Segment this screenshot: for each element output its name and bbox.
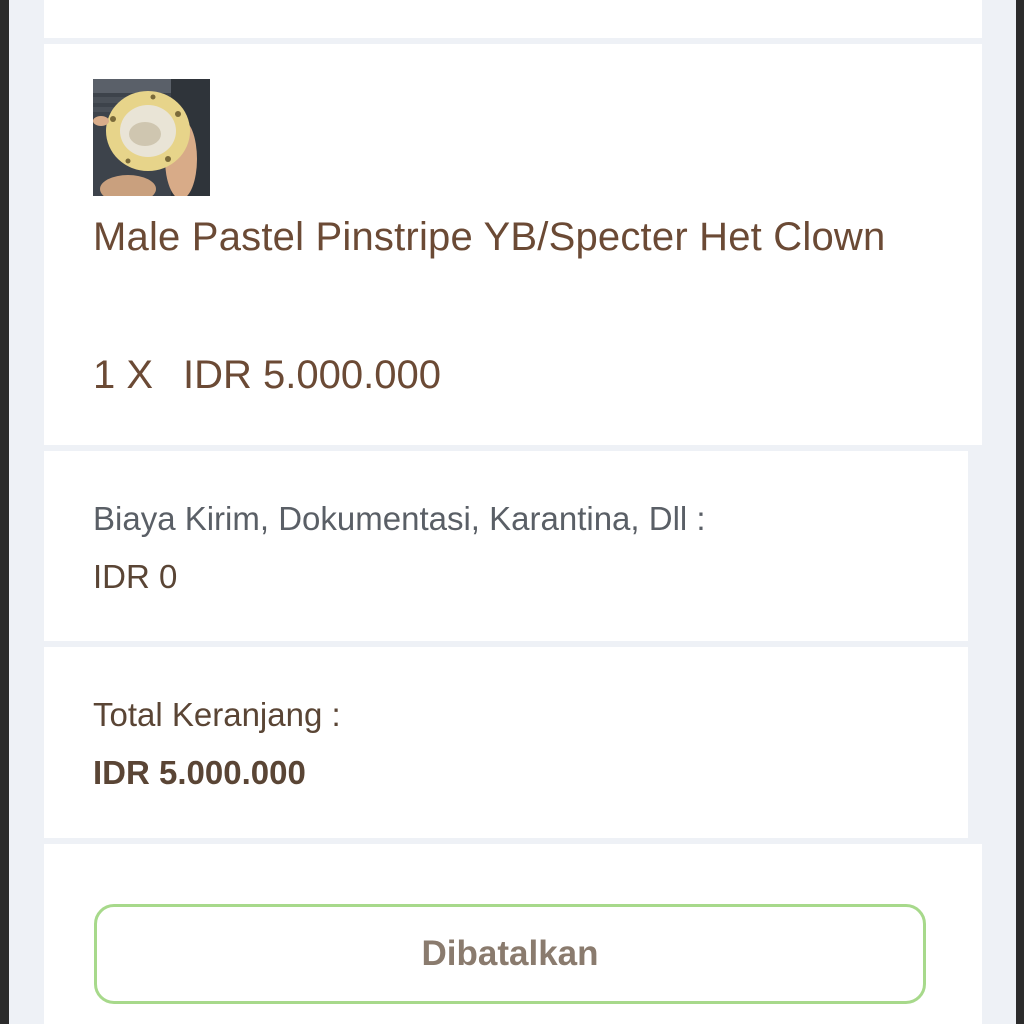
cart-total-card: Total Keranjang : IDR 5.000.000: [44, 647, 968, 838]
quantity-price-line: 1 X IDR 5.000.000: [93, 347, 441, 403]
shipping-cost-label: Biaya Kirim, Dokumentasi, Karantina, Dll…: [93, 500, 706, 537]
item-quantity: 1 X: [93, 353, 154, 397]
cancelled-status-button[interactable]: Dibatalkan: [94, 904, 926, 1004]
screen-edge-left: [0, 0, 9, 1024]
app-background: Male Pastel Pinstripe YB/Specter Het Clo…: [0, 0, 1024, 1024]
order-item-card: Male Pastel Pinstripe YB/Specter Het Clo…: [44, 44, 982, 445]
product-thumbnail[interactable]: [93, 79, 210, 196]
shipping-cost-card: Biaya Kirim, Dokumentasi, Karantina, Dll…: [44, 451, 968, 641]
cart-total-value: IDR 5.000.000: [93, 754, 306, 791]
shipping-cost-value: IDR 0: [93, 558, 178, 595]
screen-edge-right: [1016, 0, 1024, 1024]
previous-card-bottom: [44, 0, 982, 38]
product-name[interactable]: Male Pastel Pinstripe YB/Specter Het Clo…: [93, 202, 913, 272]
item-price: IDR 5.000.000: [183, 353, 441, 397]
cart-total-label: Total Keranjang :: [93, 696, 341, 733]
order-status-section: Dibatalkan: [44, 844, 982, 1024]
snake-photo-icon: [93, 79, 210, 196]
